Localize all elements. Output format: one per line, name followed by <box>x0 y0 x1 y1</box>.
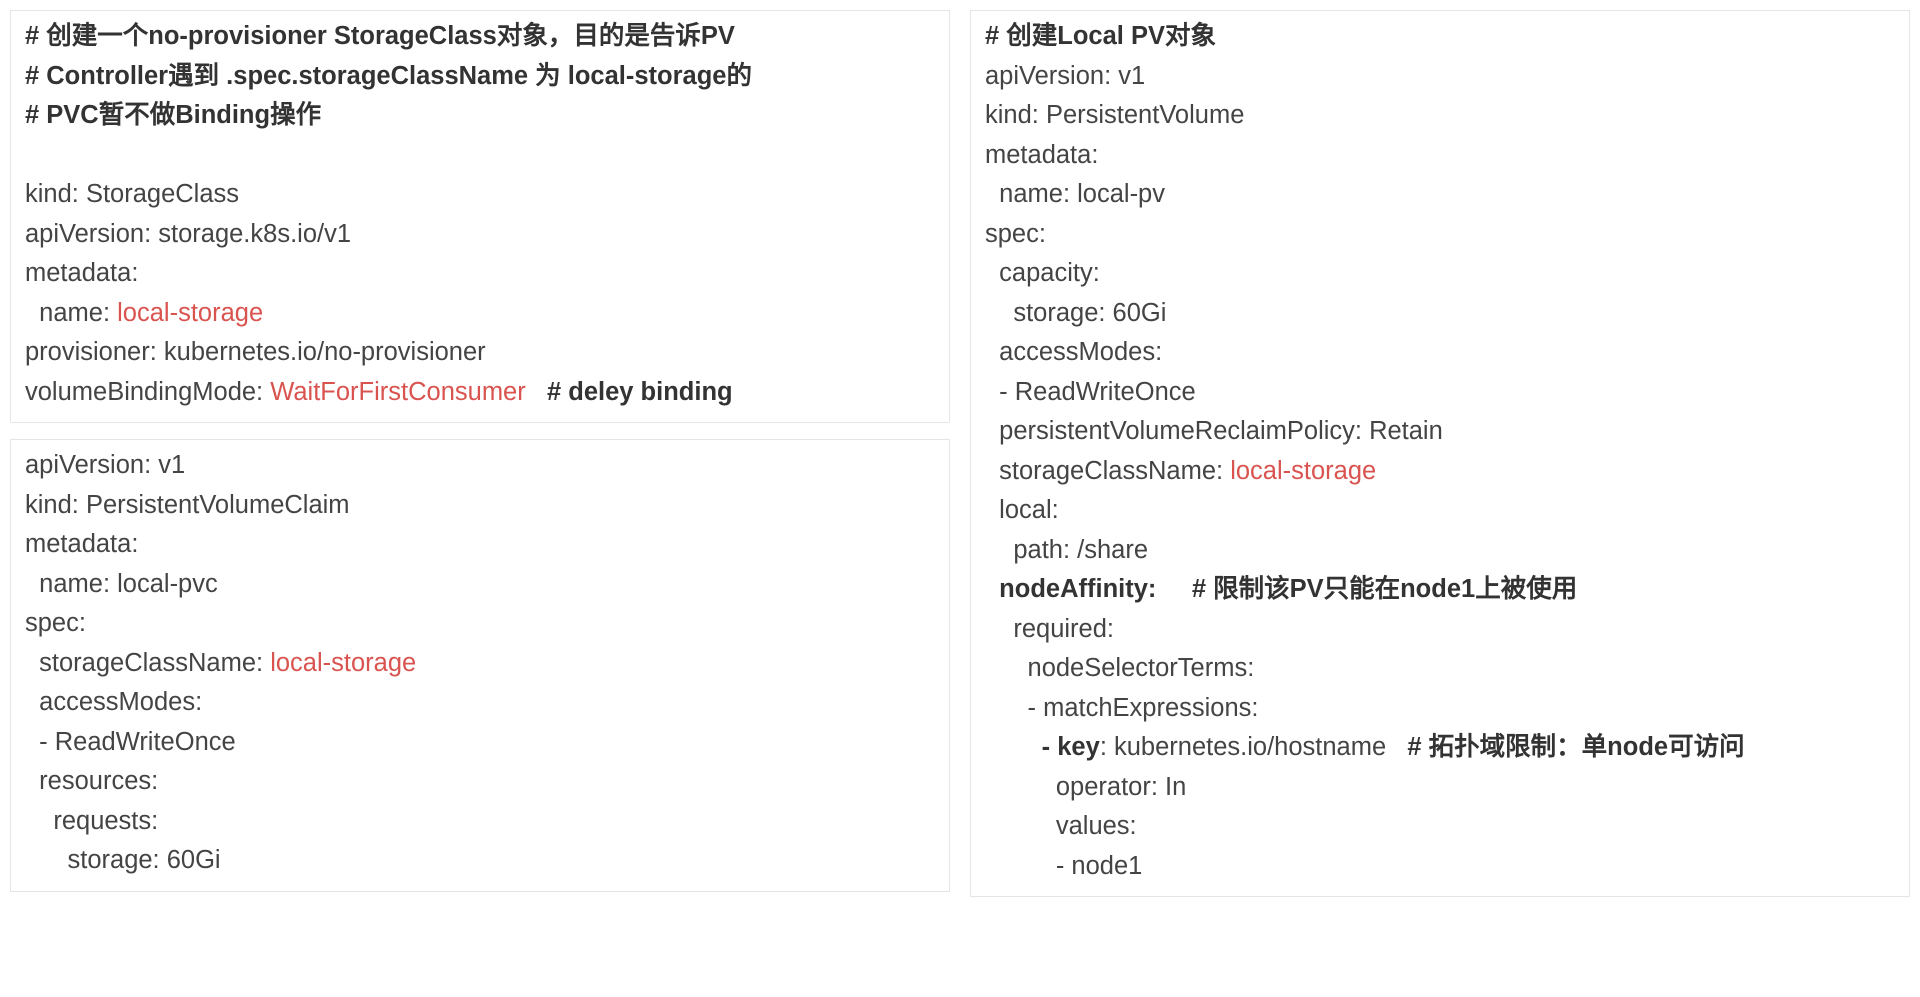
yaml-line: apiVersion: storage.k8s.io/v1 <box>25 220 351 248</box>
yaml-line: kind: PersistentVolumeClaim <box>25 491 350 519</box>
yaml-line: - node1 <box>985 852 1142 880</box>
yaml-line: metadata: <box>25 530 138 558</box>
storageclass-box: # 创建一个no-provisioner StorageClass对象，目的是告… <box>10 10 950 423</box>
layout-root: # 创建一个no-provisioner StorageClass对象，目的是告… <box>10 10 1910 897</box>
yaml-line: name: local-pv <box>985 180 1165 208</box>
yaml-line: persistentVolumeReclaimPolicy: Retain <box>985 417 1443 445</box>
yaml-line: spec: <box>985 220 1046 248</box>
yaml-line: storage: 60Gi <box>985 299 1166 327</box>
yaml-line: kind: StorageClass <box>25 180 239 208</box>
comment-line: # 创建一个no-provisioner StorageClass对象，目的是告… <box>25 22 735 50</box>
yaml-line: metadata: <box>25 259 138 287</box>
highlight-value: WaitForFirstConsumer <box>270 378 526 406</box>
yaml-line: capacity: <box>985 259 1100 287</box>
yaml-line: metadata: <box>985 141 1098 169</box>
yaml-line: nodeSelectorTerms: <box>985 654 1254 682</box>
comment-line: # Controller遇到 .spec.storageClassName 为 … <box>25 62 752 90</box>
yaml-line: operator: In <box>985 773 1186 801</box>
highlight-value: local-storage <box>270 649 416 677</box>
inline-comment: # 限制该PV只能在node1上被使用 <box>1156 575 1577 603</box>
yaml-key-bold: nodeAffinity: <box>985 575 1156 603</box>
yaml-line: storage: 60Gi <box>25 846 221 874</box>
yaml-key: volumeBindingMode: <box>25 378 270 406</box>
pv-box: # 创建Local PV对象 apiVersion: v1 kind: Pers… <box>970 10 1910 897</box>
yaml-key-bold: - key <box>985 733 1100 761</box>
yaml-key: storageClassName: <box>25 649 270 677</box>
yaml-line: - ReadWriteOnce <box>985 378 1196 406</box>
yaml-line: provisioner: kubernetes.io/no-provisione… <box>25 338 486 366</box>
comment-line: # 创建Local PV对象 <box>985 22 1216 50</box>
yaml-line: local: <box>985 496 1059 524</box>
yaml-line: spec: <box>25 609 86 637</box>
inline-comment: # 拓扑域限制：单node可访问 <box>1407 733 1744 761</box>
yaml-key: storageClassName: <box>985 457 1230 485</box>
yaml-line: kind: PersistentVolume <box>985 101 1244 129</box>
highlight-value: local-storage <box>1230 457 1376 485</box>
yaml-line: apiVersion: v1 <box>25 451 185 479</box>
yaml-line: accessModes: <box>25 688 202 716</box>
inline-comment: # deley binding <box>526 378 733 406</box>
yaml-line: - matchExpressions: <box>985 694 1259 722</box>
yaml-line: name: <box>25 299 117 327</box>
yaml-line: apiVersion: v1 <box>985 62 1145 90</box>
yaml-line: requests: <box>25 807 158 835</box>
yaml-line: resources: <box>25 767 158 795</box>
yaml-line: path: /share <box>985 536 1148 564</box>
pvc-box: apiVersion: v1 kind: PersistentVolumeCla… <box>10 439 950 892</box>
comment-line: # PVC暂不做Binding操作 <box>25 101 321 129</box>
right-column: # 创建Local PV对象 apiVersion: v1 kind: Pers… <box>970 10 1910 897</box>
yaml-value: : kubernetes.io/hostname <box>1100 733 1408 761</box>
yaml-line: values: <box>985 812 1137 840</box>
yaml-line: - ReadWriteOnce <box>25 728 236 756</box>
left-column: # 创建一个no-provisioner StorageClass对象，目的是告… <box>10 10 950 897</box>
yaml-line: name: local-pvc <box>25 570 218 598</box>
yaml-line: accessModes: <box>985 338 1162 366</box>
yaml-line: required: <box>985 615 1114 643</box>
highlight-value: local-storage <box>117 299 263 327</box>
